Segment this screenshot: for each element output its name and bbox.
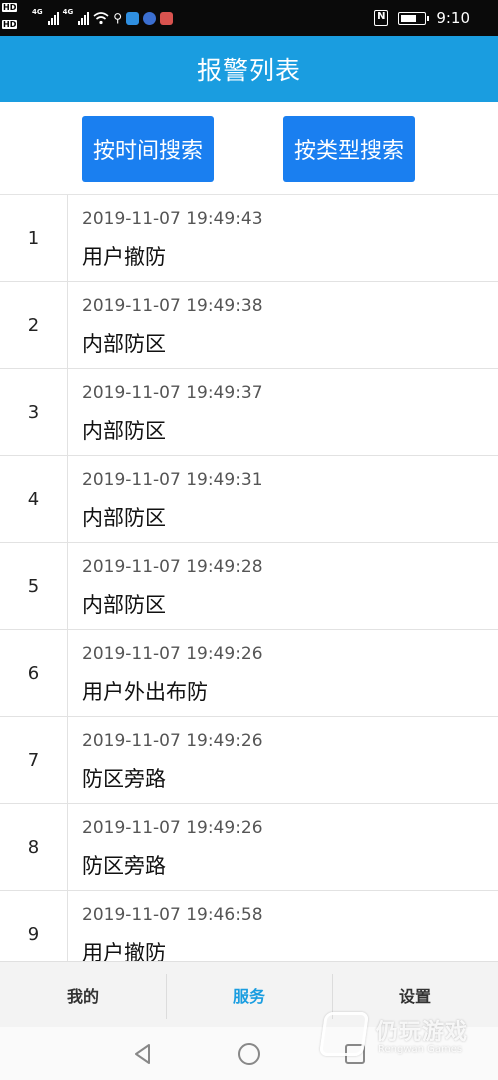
- network-type-label: 4G: [62, 8, 74, 16]
- app-header: 报警列表: [0, 36, 498, 102]
- list-item[interactable]: 1 2019-11-07 19:49:43 用户撤防: [0, 195, 498, 282]
- signal-icon: [78, 11, 90, 25]
- alarm-time: 2019-11-07 19:49:43: [82, 209, 263, 229]
- alarm-time: 2019-11-07 19:49:38: [82, 296, 263, 316]
- list-item[interactable]: 3 2019-11-07 19:49:37 内部防区: [0, 369, 498, 456]
- list-item[interactable]: 7 2019-11-07 19:49:26 防区旁路: [0, 717, 498, 804]
- row-index: 1: [0, 195, 68, 281]
- browser-notification-icon: [143, 11, 157, 25]
- search-by-time-button[interactable]: 按时间搜索: [82, 116, 214, 182]
- battery-icon: [398, 11, 430, 25]
- row-index: 7: [0, 717, 68, 803]
- tab-mine[interactable]: 我的: [0, 962, 166, 1027]
- list-item[interactable]: 2 2019-11-07 19:49:38 内部防区: [0, 282, 498, 369]
- search-by-type-button[interactable]: 按类型搜索: [283, 116, 415, 182]
- mail-notification-icon: [160, 11, 174, 25]
- back-icon[interactable]: [130, 1041, 156, 1067]
- signal-icon: [47, 11, 59, 25]
- app-notification-icon: [126, 11, 140, 25]
- search-bar: 按时间搜索 按类型搜索: [0, 102, 498, 194]
- usb-icon: ⚲: [113, 11, 123, 25]
- row-index: 6: [0, 630, 68, 716]
- alarm-time: 2019-11-07 19:49:31: [82, 470, 263, 490]
- row-index: 5: [0, 543, 68, 629]
- watermark-name: 仍玩游戏: [376, 1020, 469, 1045]
- list-item[interactable]: 9 2019-11-07 19:46:58 用户撤防: [0, 891, 498, 961]
- watermark-logo-icon: [318, 1012, 370, 1056]
- clock: 9:10: [436, 9, 470, 27]
- alarm-time: 2019-11-07 19:46:58: [82, 905, 263, 925]
- alarm-type: 内部防区: [82, 593, 166, 617]
- row-index: 3: [0, 369, 68, 455]
- page-title: 报警列表: [196, 56, 301, 85]
- alarm-time: 2019-11-07 19:49:37: [82, 383, 263, 403]
- row-index: 8: [0, 804, 68, 890]
- alarm-time: 2019-11-07 19:49:26: [82, 818, 263, 838]
- row-index: 2: [0, 282, 68, 368]
- alarm-time: 2019-11-07 19:49:26: [82, 731, 263, 751]
- row-index: 9: [0, 891, 68, 961]
- alarm-list[interactable]: 1 2019-11-07 19:49:43 用户撤防 2 2019-11-07 …: [0, 194, 498, 961]
- nfc-icon: N: [374, 10, 389, 26]
- list-item[interactable]: 4 2019-11-07 19:49:31 内部防区: [0, 456, 498, 543]
- watermark-subtitle: Rengwan Games: [378, 1044, 463, 1055]
- watermark: 仍玩游戏 Rengwan Games: [318, 1012, 492, 1062]
- alarm-type: 用户撤防: [82, 245, 166, 269]
- list-item[interactable]: 5 2019-11-07 19:49:28 内部防区: [0, 543, 498, 630]
- network-type-label: 4G: [32, 8, 43, 16]
- alarm-type: 用户撤防: [82, 941, 166, 961]
- alarm-type: 内部防区: [82, 419, 166, 443]
- alarm-type: 防区旁路: [82, 854, 166, 878]
- alarm-type: 防区旁路: [82, 767, 166, 791]
- list-item[interactable]: 8 2019-11-07 19:49:26 防区旁路: [0, 804, 498, 891]
- alarm-type: 用户外出布防: [82, 680, 208, 704]
- home-icon[interactable]: [236, 1041, 262, 1067]
- status-bar: HD HD 4G 4G ⚲ N 9:10: [0, 0, 498, 36]
- alarm-type: 内部防区: [82, 332, 166, 356]
- tab-service[interactable]: 服务: [166, 962, 332, 1027]
- list-item[interactable]: 6 2019-11-07 19:49:26 用户外出布防: [0, 630, 498, 717]
- wifi-icon: [93, 12, 109, 25]
- alarm-type: 内部防区: [82, 506, 166, 530]
- hd-badge: HD: [2, 3, 18, 12]
- row-index: 4: [0, 456, 68, 542]
- alarm-time: 2019-11-07 19:49:28: [82, 557, 263, 577]
- alarm-time: 2019-11-07 19:49:26: [82, 644, 263, 664]
- hd-badge: HD: [2, 20, 18, 29]
- battery-level: [401, 14, 417, 22]
